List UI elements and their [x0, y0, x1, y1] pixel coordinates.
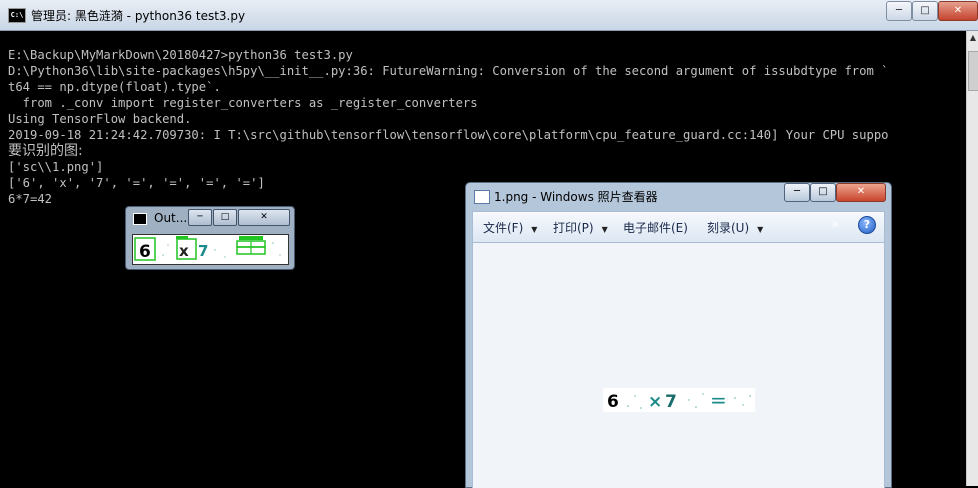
image-file-icon	[474, 190, 490, 204]
captcha-detection-graphic: 6 x 7	[134, 236, 281, 262]
noise-mark	[176, 236, 188, 239]
console-line: t64 == np.dtype(float).type`.	[8, 80, 221, 94]
scroll-up-arrow-icon[interactable]: ▲	[967, 31, 978, 45]
image-char-6: 6	[607, 392, 619, 412]
out-maximize-button[interactable]: □	[213, 209, 237, 226]
out-close-button[interactable]: ✕	[238, 209, 290, 226]
console-line: E:\Backup\MyMarkDown\20180427>python36 t…	[8, 48, 353, 62]
console-line: ['sc\\1.png']	[8, 160, 104, 174]
viewer-image-area[interactable]: 6 × 7 =	[472, 242, 885, 488]
out-captcha-image: 6 x 7	[132, 234, 289, 265]
menu-burn-label: 刻录(U)	[707, 221, 750, 235]
menu-email[interactable]: 电子邮件(E)	[623, 219, 688, 236]
captcha-char-x: x	[179, 242, 189, 260]
console-scrollbar[interactable]: ▲	[966, 31, 978, 486]
help-icon[interactable]: ?	[858, 216, 876, 234]
image-char-times: ×	[648, 392, 662, 412]
viewer-menubar: 文件(F) ▼ 打印(P) ▼ 电子邮件(E) 刻录(U) ▼ » ?	[472, 211, 885, 243]
console-titlebar[interactable]: C:\ 管理员: 黑色涟漪 - python36 test3.py ─ □ ✕	[0, 0, 978, 31]
image-char-equals: =	[710, 388, 727, 412]
captcha-char-7: 7	[198, 242, 208, 260]
console-line: ['6', 'x', '7', '=', '=', '=', '=']	[8, 176, 265, 190]
dropdown-arrow-icon: ▼	[757, 225, 764, 234]
menu-print[interactable]: 打印(P) ▼	[553, 219, 608, 236]
console-maximize-button[interactable]: □	[912, 1, 938, 21]
menu-file[interactable]: 文件(F) ▼	[483, 219, 537, 236]
image-char-7: 7	[665, 392, 677, 412]
more-chevron-icon[interactable]: »	[831, 217, 839, 232]
viewer-maximize-button[interactable]: □	[810, 183, 836, 202]
console-line: Using TensorFlow backend.	[8, 112, 192, 126]
out-window-icon	[133, 213, 147, 225]
displayed-captcha-image: 6 × 7 =	[603, 388, 755, 412]
console-window-title: 管理员: 黑色涟漪 - python36 test3.py	[31, 9, 246, 23]
console-line: 要识别的图:	[8, 143, 83, 159]
dropdown-arrow-icon: ▼	[601, 225, 608, 234]
console-line: from ._conv import register_converters a…	[8, 96, 478, 110]
out-window-title: Out...	[154, 211, 188, 225]
menu-burn[interactable]: 刻录(U) ▼	[707, 219, 763, 236]
captcha-char-6: 6	[139, 242, 151, 262]
console-line: D:\Python36\lib\site-packages\h5py\__ini…	[8, 64, 889, 78]
out-window-titlebar[interactable]: Out... ─ □ ✕	[126, 207, 294, 229]
image-noise-dots	[627, 393, 751, 409]
scrollbar-thumb[interactable]	[968, 51, 978, 91]
menu-file-label: 文件(F)	[483, 221, 524, 235]
viewer-window-title: 1.png - Windows 照片查看器	[494, 190, 658, 204]
console-minimize-button[interactable]: ─	[886, 1, 912, 21]
out-minimize-button[interactable]: ─	[188, 209, 212, 226]
console-app-icon[interactable]: C:\	[8, 8, 26, 23]
menu-print-label: 打印(P)	[553, 221, 594, 235]
console-line: 6*7=42	[8, 192, 53, 206]
viewer-minimize-button[interactable]: ─	[784, 183, 810, 202]
out-image-window[interactable]: Out... ─ □ ✕ 6 x 7	[125, 206, 295, 270]
dropdown-arrow-icon: ▼	[531, 225, 538, 234]
captcha-image-graphic: 6 × 7 =	[607, 388, 751, 412]
console-close-button[interactable]: ✕	[938, 1, 978, 21]
viewer-close-button[interactable]: ✕	[836, 183, 886, 202]
photo-viewer-window[interactable]: 1.png - Windows 照片查看器 ─ □ ✕ 文件(F) ▼ 打印(P)…	[465, 182, 892, 488]
equals-detection-boxes	[236, 236, 266, 255]
console-line: 2019-09-18 21:24:42.709730: I T:\src\git…	[8, 128, 889, 142]
viewer-titlebar[interactable]: 1.png - Windows 照片查看器 ─ □ ✕	[466, 183, 891, 211]
